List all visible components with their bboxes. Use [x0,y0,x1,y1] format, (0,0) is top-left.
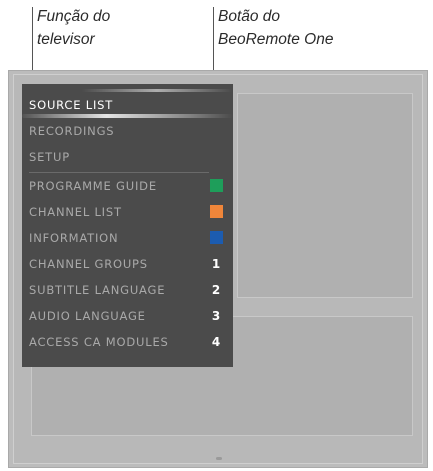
menu-item-label: SETUP [29,150,70,164]
menu-item-recordings[interactable]: RECORDINGS [29,118,223,144]
tv-function-annotation: Função do televisor [37,5,110,51]
menu-item-setup[interactable]: SETUP [29,144,223,170]
menu-item-label: ACCESS CA MODULES [29,335,169,349]
menu-item-number: 1 [211,257,221,271]
orange-button-icon [210,205,223,218]
menu-item-label: PROGRAMME GUIDE [29,179,157,193]
blue-button-icon [210,231,223,244]
tv-indicator [216,457,222,460]
menu-item-programme-guide[interactable]: PROGRAMME GUIDE [29,173,223,199]
menu-item-information[interactable]: INFORMATION [29,225,223,251]
background-panel-top [237,93,413,298]
menu-item-label: INFORMATION [29,231,119,245]
menu-item-label: SUBTITLE LANGUAGE [29,283,166,297]
menu-item-label: RECORDINGS [29,124,115,138]
menu-item-label: CHANNEL GROUPS [29,257,148,271]
tv-function-line2: televisor [37,31,95,48]
tv-function-line1: Função do [37,8,111,25]
menu-item-audio-language[interactable]: AUDIO LANGUAGE 3 [29,303,223,329]
menu-item-access-ca-modules[interactable]: ACCESS CA MODULES 4 [29,329,223,355]
menu-item-channel-groups[interactable]: CHANNEL GROUPS 1 [29,251,223,277]
menu-item-number: 3 [211,309,221,323]
menu-item-subtitle-language[interactable]: SUBTITLE LANGUAGE 2 [29,277,223,303]
menu-item-number: 4 [211,335,221,349]
remote-button-annotation: Botão do BeoRemote One [218,5,333,51]
menu-item-label: AUDIO LANGUAGE [29,309,146,323]
menu-item-channel-list[interactable]: CHANNEL LIST [29,199,223,225]
tv-menu: SOURCE LIST RECORDINGS SETUP PROGRAMME G… [22,84,233,367]
green-button-icon [210,179,223,192]
remote-button-line1: Botão do [218,8,281,25]
menu-item-label: CHANNEL LIST [29,205,122,219]
menu-item-number: 2 [211,283,221,297]
remote-button-line2: BeoRemote One [218,31,334,48]
